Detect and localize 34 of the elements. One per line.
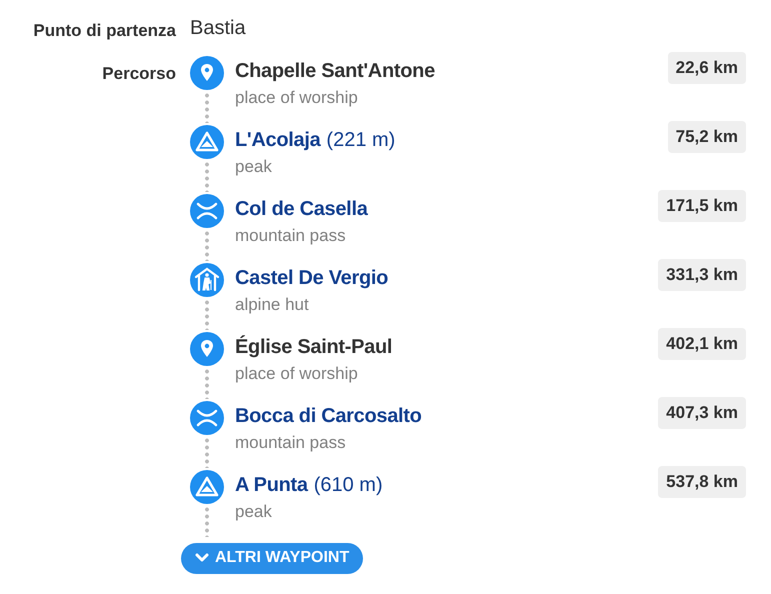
elevation: (221 m) [326, 129, 396, 152]
hut-hiker-icon [190, 263, 224, 297]
pass-icon [190, 194, 224, 228]
waypoint-link[interactable]: Castel De Vergio [235, 267, 388, 290]
waypoint-link[interactable]: L'Acolaja [235, 129, 320, 152]
mountain-icon [190, 470, 224, 504]
waypoint-type: alpine hut [235, 295, 310, 315]
distance-badge: 22,6 km [668, 52, 746, 84]
waypoint-type: place of worship [235, 88, 359, 108]
distance-badge: 537,8 km [658, 466, 746, 498]
distance-badge: 75,2 km [668, 121, 746, 153]
waypoint-link[interactable]: Col de Casella [235, 198, 368, 221]
distance-badge: 331,3 km [658, 259, 746, 291]
distance-badge: 171,5 km [658, 190, 746, 222]
waypoint-type: mountain pass [235, 433, 347, 453]
waypoint-type: mountain pass [235, 226, 347, 246]
waypoint-type: peak [235, 502, 273, 522]
pass-icon [190, 401, 224, 435]
waypoint-name: Église Saint-Paul [235, 336, 392, 359]
mountain-icon [190, 125, 224, 159]
pin-icon [190, 332, 224, 366]
chevron-down-icon [195, 552, 209, 564]
start-label: Punto di partenza [33, 21, 176, 42]
waypoint-type: peak [235, 157, 273, 177]
distance-badge: 402,1 km [658, 328, 746, 360]
distance-badge: 407,3 km [658, 397, 746, 429]
waypoint-name: Chapelle Sant'Antone [235, 60, 435, 83]
route-label: Percorso [102, 64, 176, 85]
waypoint-link[interactable]: Bocca di Carcosalto [235, 405, 422, 428]
start-value: Bastia [190, 17, 247, 40]
waypoint-type: place of worship [235, 364, 359, 384]
waypoint-link[interactable]: A Punta [235, 474, 308, 497]
elevation: (610 m) [314, 474, 383, 497]
pin-icon [190, 56, 224, 90]
